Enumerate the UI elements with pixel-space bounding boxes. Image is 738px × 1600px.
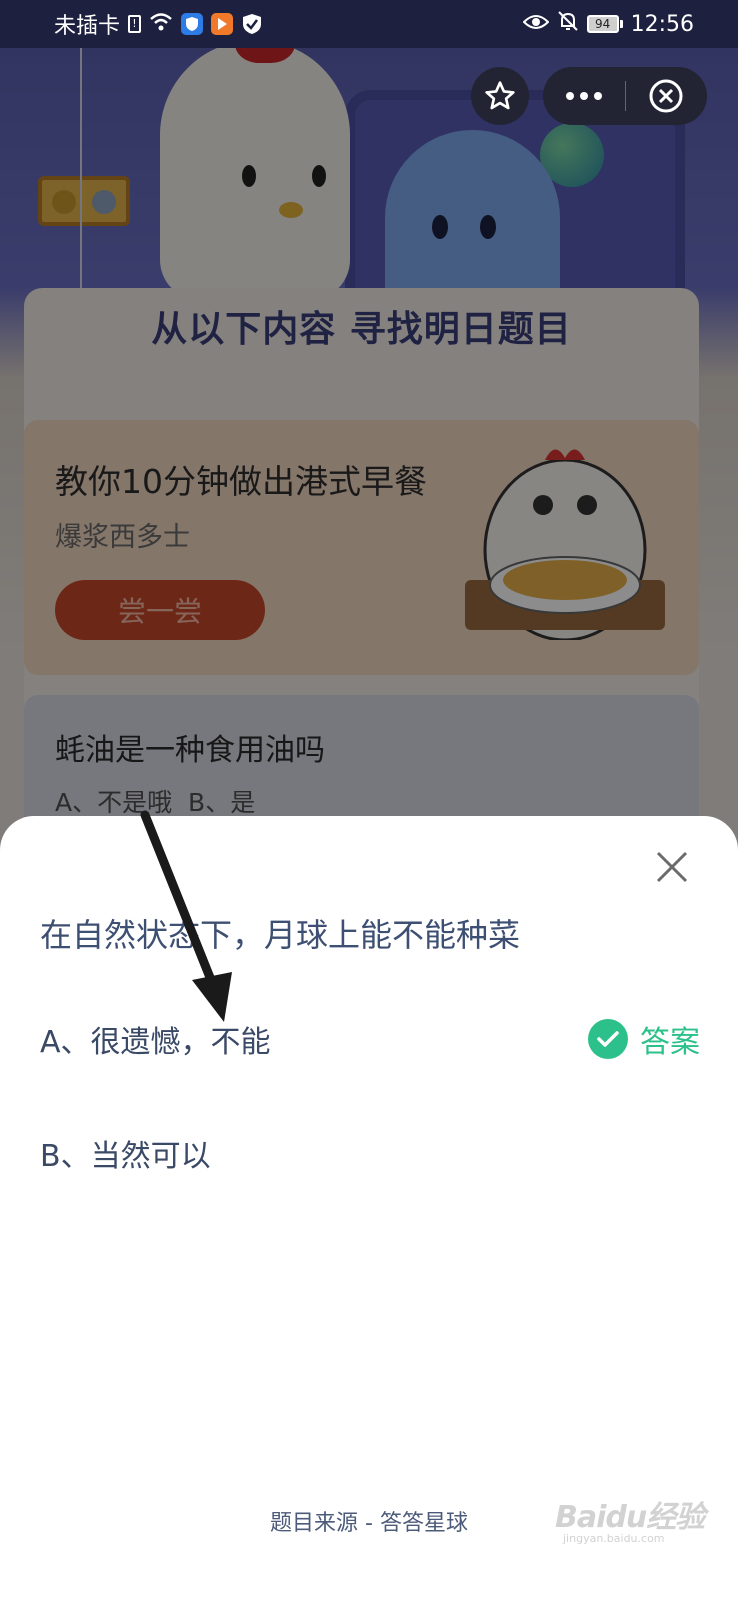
status-left: 未插卡 ! (54, 8, 263, 40)
mute-bell-icon (557, 10, 579, 38)
status-right: 94 12:56 (522, 10, 694, 38)
play-app-icon (211, 13, 234, 35)
check-circle-icon (588, 1019, 628, 1059)
option-b-label: B、当然可以 (40, 1139, 211, 1174)
check-shield-icon (241, 13, 263, 35)
screen: 从以下内容 寻找明日题目 教你10分钟做出港式早餐 爆浆西多士 尝一尝 蚝油是一… (0, 0, 738, 1600)
battery-icon: 94 (586, 15, 623, 33)
close-circle-icon (649, 79, 683, 113)
more-dots-icon (565, 92, 602, 100)
watermark-logo: Baidu经验 (555, 1500, 705, 1535)
miniapp-capsule (543, 67, 707, 125)
clock: 12:56 (630, 11, 694, 37)
baidu-watermark: Baidu经验 jingyan.baidu.com (555, 1492, 705, 1552)
favorite-button[interactable] (471, 67, 529, 125)
eye-comfort-icon (522, 12, 550, 37)
option-b[interactable]: B、当然可以 (40, 1123, 700, 1183)
sim-alert-icon: ! (128, 15, 142, 33)
carrier-text: 未插卡 (54, 14, 121, 39)
close-icon[interactable] (652, 847, 692, 887)
more-button[interactable] (543, 67, 625, 125)
star-icon (485, 81, 515, 110)
status-bar: 未插卡 ! 94 12:56 (0, 0, 738, 48)
question-text: 在自然状态下，月球上能不能种菜 (40, 916, 521, 954)
answer-label: 答案 (640, 1025, 700, 1060)
battery-tip (619, 20, 623, 28)
shield-app-icon (181, 13, 204, 35)
wifi-icon (149, 12, 173, 37)
answer-tag: 答案 (588, 1017, 700, 1061)
battery-level: 94 (586, 15, 619, 33)
annotation-arrow-icon (140, 810, 232, 1022)
close-miniapp-button[interactable] (626, 67, 708, 125)
